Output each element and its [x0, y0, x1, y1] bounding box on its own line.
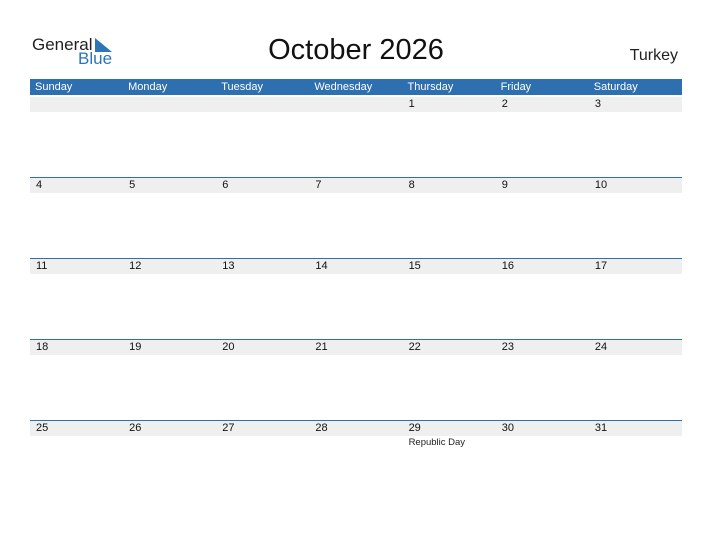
day-number: 3 — [594, 98, 601, 110]
day-number: 4 — [36, 179, 43, 191]
day-cell: 21 — [309, 340, 402, 421]
day-cell — [216, 97, 309, 178]
day-cell — [309, 97, 402, 178]
day-cell: 24 — [589, 340, 682, 421]
weekday-monday: Monday — [128, 81, 168, 93]
day-number: 9 — [501, 179, 508, 191]
day-cell: 19 — [123, 340, 216, 421]
week-row: 1 2 3 — [30, 97, 682, 178]
country-label: Turkey — [629, 47, 678, 64]
day-number: 6 — [222, 179, 229, 191]
day-number: 8 — [408, 179, 415, 191]
day-cell: 18 — [30, 340, 123, 421]
day-cell: 22 — [403, 340, 496, 421]
day-number: 19 — [129, 341, 142, 353]
day-number: 16 — [501, 260, 514, 272]
day-number: 23 — [501, 341, 514, 353]
day-cell: 6 — [216, 178, 309, 259]
day-number: 21 — [315, 341, 328, 353]
day-cell: 10 — [589, 178, 682, 259]
holiday-label: Republic Day — [408, 437, 466, 448]
day-number: 31 — [594, 422, 608, 434]
weekday-tuesday: Tuesday — [221, 81, 264, 93]
day-cell: 23 — [496, 340, 589, 421]
day-number: 28 — [315, 422, 328, 434]
day-number: 27 — [222, 422, 235, 434]
day-number: 30 — [501, 422, 514, 434]
day-number: 2 — [501, 98, 508, 110]
weekday-sunday: Sunday — [35, 81, 73, 93]
day-cell: 4 — [30, 178, 123, 259]
day-cell: 25 — [30, 421, 123, 502]
weekday-wednesday: Wednesday — [314, 81, 373, 93]
day-cell — [30, 97, 123, 178]
day-cell: 3 — [589, 97, 682, 178]
day-number: 22 — [408, 341, 421, 353]
day-number: 12 — [129, 260, 142, 272]
day-number: 7 — [315, 179, 322, 191]
day-number: 25 — [36, 422, 49, 434]
day-cell: 29 Republic Day — [403, 421, 496, 502]
weekday-header: Sunday Monday Tuesday Wednesday Thursday… — [30, 79, 682, 95]
day-number: 29 — [408, 422, 421, 434]
day-number: 10 — [594, 179, 608, 191]
day-cell: 15 — [403, 259, 496, 340]
day-number: 20 — [222, 341, 235, 353]
day-cell: 13 — [216, 259, 309, 340]
day-number: 26 — [129, 422, 142, 434]
day-cell: 9 — [496, 178, 589, 259]
day-cell: 16 — [496, 259, 589, 340]
day-cell: 11 — [30, 259, 123, 340]
day-cell: 1 — [403, 97, 496, 178]
week-row: 25 26 27 28 29 Republic Day 30 31 — [30, 420, 682, 502]
day-cell: 7 — [309, 178, 402, 259]
day-number: 17 — [594, 260, 608, 272]
day-cell: 30 — [496, 421, 589, 502]
day-number: 11 — [36, 260, 48, 272]
day-cell: 20 — [216, 340, 309, 421]
day-cell: 14 — [309, 259, 402, 340]
day-cell: 28 — [309, 421, 402, 502]
day-cell: 31 — [589, 421, 682, 502]
day-number: 13 — [222, 260, 235, 272]
day-number: 1 — [408, 98, 415, 110]
week-row: 18 19 20 21 22 23 24 — [30, 339, 682, 421]
day-cell: 5 — [123, 178, 216, 259]
day-cell: 17 — [589, 259, 682, 340]
day-cell: 27 — [216, 421, 309, 502]
week-row: 4 5 6 7 8 9 10 — [30, 177, 682, 259]
day-cell: 12 — [123, 259, 216, 340]
day-number: 15 — [408, 260, 421, 272]
weekday-thursday: Thursday — [407, 81, 454, 93]
weekday-friday: Friday — [500, 81, 532, 93]
day-number: 18 — [36, 341, 49, 353]
weekday-saturday: Saturday — [593, 81, 638, 93]
day-cell: 2 — [496, 97, 589, 178]
day-cell — [123, 97, 216, 178]
day-cell: 8 — [403, 178, 496, 259]
calendar-title: October 2026 — [268, 34, 444, 66]
day-number: 14 — [315, 260, 328, 272]
day-number: 24 — [594, 341, 608, 353]
week-row: 11 12 13 14 15 16 17 — [30, 258, 682, 340]
day-number: 5 — [129, 179, 136, 191]
day-cell: 26 — [123, 421, 216, 502]
